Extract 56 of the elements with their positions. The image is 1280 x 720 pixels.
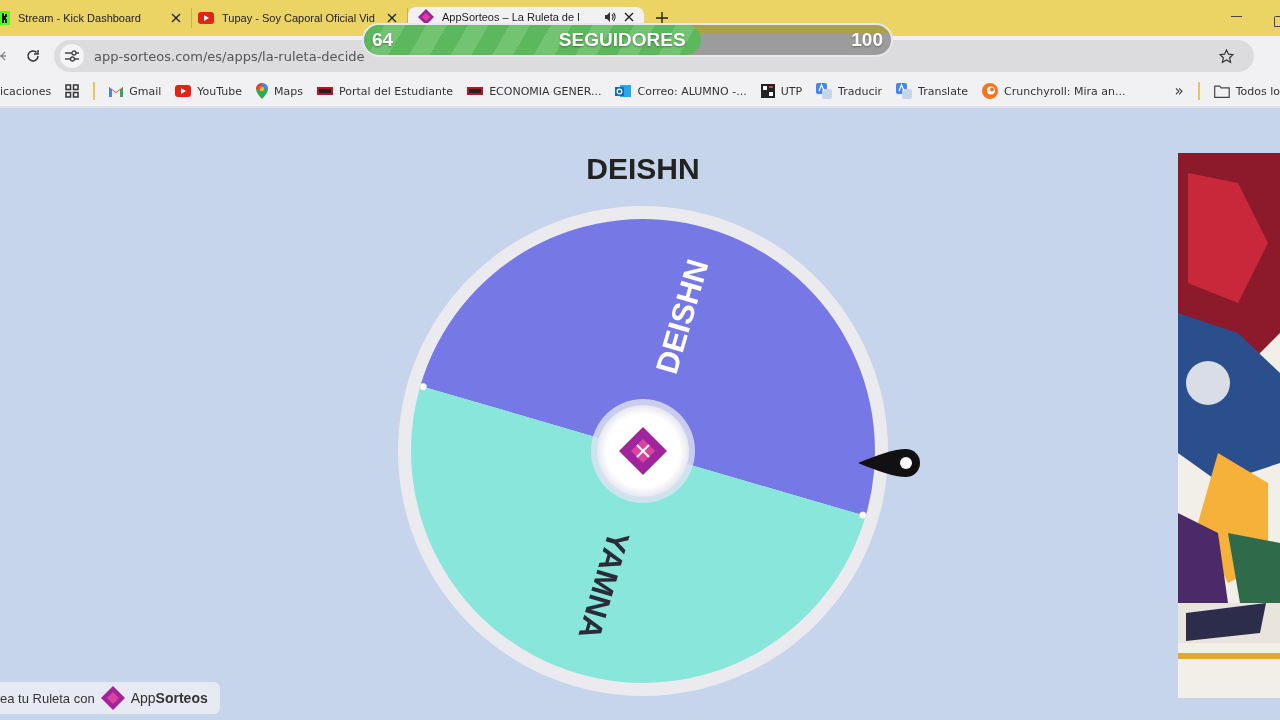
bookmark-star-icon[interactable] xyxy=(1219,48,1234,64)
close-icon[interactable] xyxy=(387,13,397,23)
goal-label: SEGUIDORES xyxy=(558,29,686,51)
school-logo-icon xyxy=(467,87,484,95)
divider-dot xyxy=(859,511,867,519)
bookmark-item[interactable]: ECONOMIA GENER... xyxy=(467,84,602,98)
qr-tile-icon xyxy=(760,84,775,98)
new-tab-icon[interactable] xyxy=(656,12,668,24)
brand-name: AppSorteos xyxy=(130,690,208,706)
close-icon[interactable] xyxy=(624,11,634,22)
site-settings-icon[interactable] xyxy=(60,44,84,68)
tab-title: Tupay - Soy Caporal Oficial Vid xyxy=(222,12,376,24)
speaker-icon[interactable] xyxy=(604,10,616,23)
goal-target: 100 xyxy=(851,29,883,51)
youtube-icon xyxy=(175,85,192,97)
browser-tab[interactable]: Stream - Kick Dashboard xyxy=(0,8,192,28)
segment-label: YAMNA xyxy=(571,527,637,644)
bookmark-item[interactable]: Gmail xyxy=(109,84,162,98)
bookmark-item[interactable]: Traducir xyxy=(816,83,883,99)
reload-icon[interactable] xyxy=(26,49,40,63)
url-text: app-sorteos.com/es/apps/la-ruleta-decide xyxy=(94,48,365,64)
tab-title: AppSorteos – La Ruleta de l xyxy=(442,10,581,23)
back-arrow-icon[interactable] xyxy=(0,50,6,62)
kick-icon xyxy=(0,11,10,25)
badge-text: ea tu Ruleta con xyxy=(0,690,95,706)
divider-dot xyxy=(419,383,427,391)
bookmark-item[interactable]: Correo: ALUMNO -... xyxy=(615,83,747,99)
winner-name: DEISHN xyxy=(586,152,700,186)
bookmark-item[interactable]: Portal del Estudiante xyxy=(316,84,454,98)
diamond-logo-icon xyxy=(619,427,667,475)
bookmark-item[interactable]: Crunchyroll: Mira an... xyxy=(982,83,1126,99)
made-with-badge[interactable]: ea tu Ruleta con AppSorteos xyxy=(0,682,220,714)
bookmark-item[interactable]: Maps xyxy=(256,83,303,99)
more-bookmarks-button[interactable]: » xyxy=(1174,82,1184,100)
goal-current: 64 xyxy=(372,29,394,51)
bookmark-folder[interactable]: Todos lo xyxy=(1213,84,1280,98)
folder-icon xyxy=(1213,84,1230,98)
gmail-icon xyxy=(109,85,124,97)
bookmark-item[interactable]: UTP xyxy=(760,84,803,98)
apps-grid-icon[interactable] xyxy=(65,84,80,98)
crunchyroll-icon xyxy=(982,83,998,99)
bookmark-item[interactable]: icaciones xyxy=(0,84,52,98)
youtube-icon xyxy=(198,12,214,24)
translate-icon xyxy=(896,83,913,99)
translate-icon xyxy=(816,83,833,99)
bookmark-item[interactable]: Translate xyxy=(896,83,968,99)
minimize-icon[interactable] xyxy=(1231,16,1242,18)
map-pin-icon xyxy=(256,83,268,99)
maximize-icon[interactable] xyxy=(1274,16,1280,27)
school-logo-icon xyxy=(316,87,333,95)
bookmark-item[interactable]: YouTube xyxy=(175,84,242,98)
segment-label: DEISHN xyxy=(649,255,716,378)
diamond-logo-icon xyxy=(100,686,125,710)
outlook-icon xyxy=(615,83,632,99)
tab-title: Stream - Kick Dashboard xyxy=(18,12,142,24)
close-icon[interactable] xyxy=(171,13,181,23)
